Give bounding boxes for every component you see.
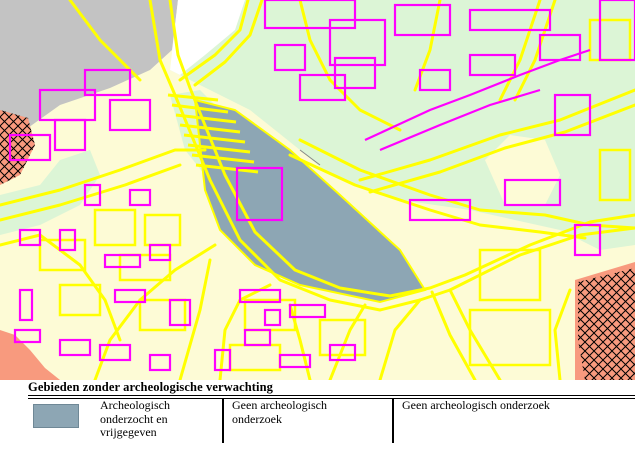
map-canvas[interactable]	[0, 0, 635, 380]
legend-cell-divider-1	[222, 398, 224, 443]
legend-cell-divider-2	[392, 398, 394, 443]
legend-title: Gebieden zonder archeologische verwachti…	[28, 380, 274, 394]
legend-divider-top	[28, 395, 635, 396]
legend-item-no-research-a: Geen archeologisch onderzoek	[232, 398, 327, 426]
legend-item-investigated: Archeologisch onderzocht en vrijgegeven	[100, 398, 170, 439]
legend-item-no-research-b: Geen archeologisch onderzoek	[402, 398, 550, 412]
crosshatch-pattern-east	[578, 268, 635, 380]
map-legend: Gebieden zonder archeologische verwachti…	[0, 380, 635, 449]
legend-swatch-investigated	[33, 404, 79, 428]
